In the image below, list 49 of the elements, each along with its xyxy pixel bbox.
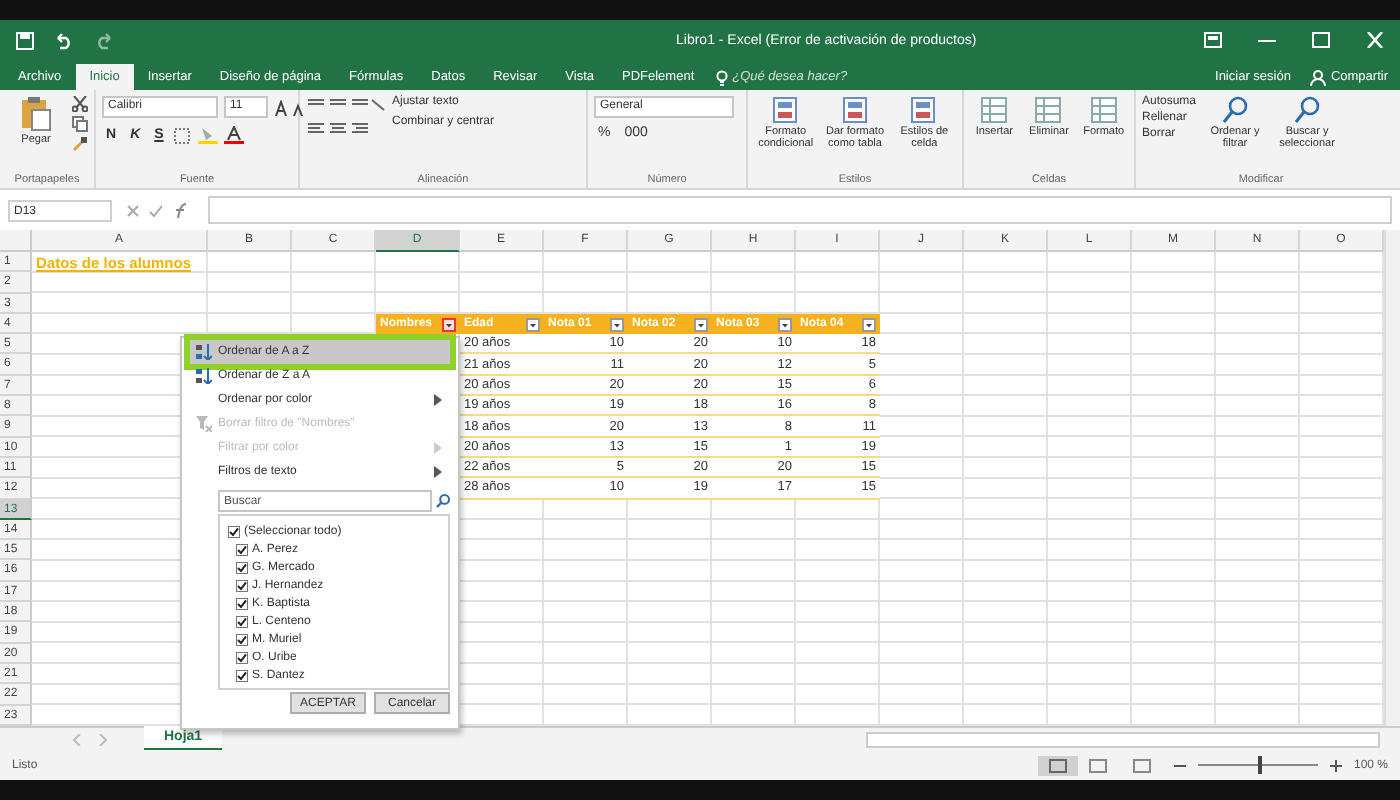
filter-dropdown-icon[interactable] [862, 317, 876, 332]
checkbox[interactable] [236, 615, 248, 627]
font-color-icon[interactable] [223, 126, 244, 144]
zoom-in-icon[interactable] [1329, 759, 1342, 771]
borders-icon[interactable] [173, 127, 192, 143]
copy-icon[interactable] [72, 116, 88, 132]
filter-dropdown-icon[interactable] [694, 317, 708, 332]
horizontal-scrollbar[interactable] [866, 731, 1380, 747]
checkbox[interactable] [236, 651, 248, 663]
grow-font-icon[interactable] [274, 99, 306, 115]
checkbox[interactable] [228, 525, 240, 537]
save-icon[interactable] [16, 31, 34, 49]
ribbon-options-icon[interactable] [1204, 32, 1222, 48]
scissors-icon[interactable] [72, 96, 88, 112]
table-format-icon [841, 96, 869, 124]
filter-dropdown-icon[interactable] [526, 317, 540, 332]
clear-filter-icon [196, 416, 212, 432]
person-icon [1310, 69, 1327, 85]
checkbox[interactable] [236, 669, 248, 681]
checkbox[interactable] [236, 633, 248, 645]
checkbox[interactable] [236, 579, 248, 591]
magnifier-icon [1221, 96, 1250, 124]
filter-dropdown-icon[interactable] [778, 317, 792, 332]
undo-icon[interactable] [54, 31, 74, 49]
clipboard-icon [20, 96, 52, 132]
checkbox[interactable] [236, 543, 248, 555]
filter-dropdown-icon[interactable] [610, 317, 624, 332]
grid-icon [980, 96, 1009, 124]
lightbulb-icon [716, 69, 729, 85]
brush-icon[interactable] [72, 136, 88, 152]
table-format-icon [910, 96, 939, 124]
vertical-scrollbar[interactable] [1384, 230, 1400, 726]
table-format-icon [771, 96, 800, 124]
redo-icon[interactable] [94, 31, 114, 49]
checkbox[interactable] [236, 597, 248, 609]
checkbox[interactable] [236, 561, 248, 573]
zoom-slider-thumb[interactable] [1257, 756, 1262, 774]
maximize-icon[interactable] [1312, 32, 1330, 48]
sort-icon [196, 368, 212, 384]
grid-icon [1089, 96, 1118, 124]
search-icon [436, 494, 450, 508]
fill-color-icon[interactable] [197, 126, 218, 144]
magnifier-icon [1293, 96, 1322, 124]
zoom-out-icon[interactable] [1173, 759, 1186, 771]
grid-icon [1034, 96, 1063, 124]
close-icon[interactable] [1366, 32, 1384, 48]
sort-icon [196, 344, 212, 360]
formula-input[interactable] [208, 196, 1392, 224]
filter-dropdown-icon[interactable] [442, 317, 456, 332]
